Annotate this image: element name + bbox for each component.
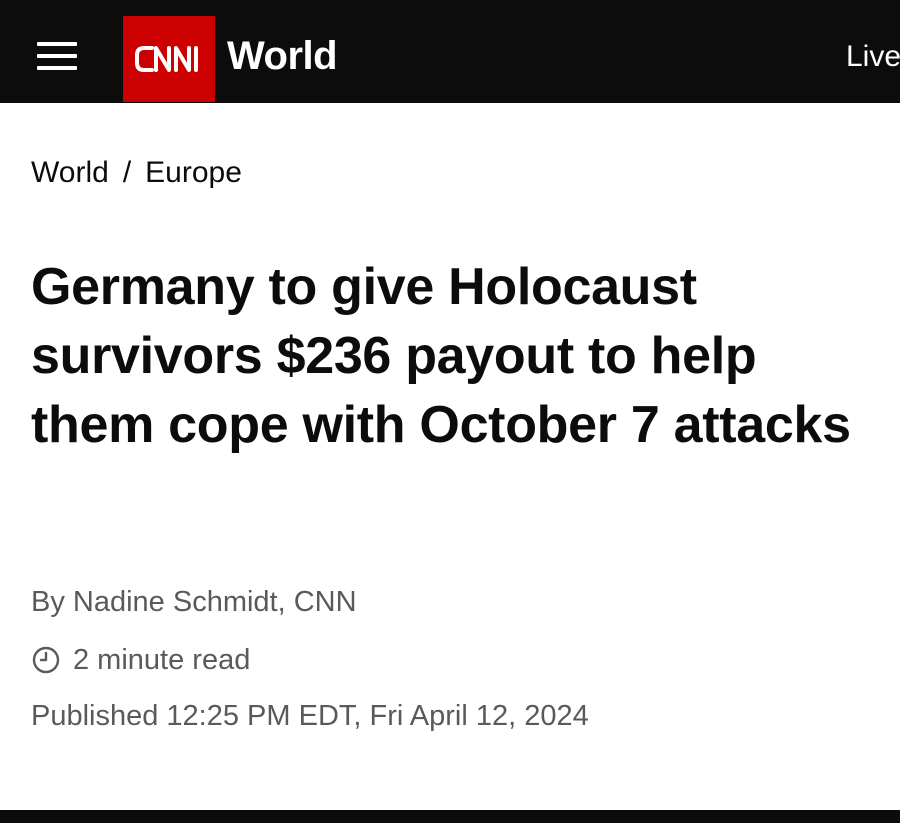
breadcrumb-item-europe[interactable]: Europe [145,156,242,189]
section-title[interactable]: World [227,34,338,78]
live-link[interactable]: Live [846,40,900,74]
clock-icon [32,646,60,674]
article-byline[interactable]: By Nadine Schmidt, CNN [31,585,357,619]
cnn-logo-mark [135,46,198,72]
article-headline: Germany to give Holocaust survivors $236… [31,258,851,454]
hamburger-menu-icon[interactable] [37,36,77,76]
read-time: 2 minute read [31,643,250,677]
read-time-label: 2 minute read [73,644,251,676]
site-header: World Live [0,14,900,102]
cnn-logo[interactable] [123,16,215,102]
published-timestamp: Published 12:25 PM EDT, Fri April 12, 20… [31,700,589,732]
breadcrumb-separator: / [122,156,132,189]
breadcrumb: World / Europe [31,155,242,191]
breadcrumb-item-world[interactable]: World [31,156,109,189]
article-content: World / Europe Germany to give Holocaust s… [0,103,900,810]
page: World Live World / Europe Germany to give … [0,0,900,823]
